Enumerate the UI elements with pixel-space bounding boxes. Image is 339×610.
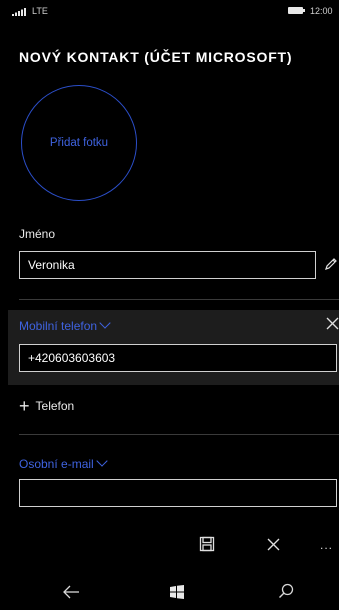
phone-section: Mobilní telefon +420603603603 [8,310,339,385]
section-divider [19,434,339,435]
email-field[interactable] [19,479,337,507]
add-photo-label: Přidat fotku [49,136,109,149]
edit-name-icon[interactable] [324,257,338,271]
close-icon[interactable] [326,317,339,330]
battery-icon [288,7,305,14]
plus-icon: + [19,396,30,416]
phone-type-dropdown[interactable]: Mobilní telefon [19,317,111,333]
add-phone-button[interactable]: + Telefon [19,396,75,416]
save-icon[interactable] [199,536,215,552]
email-type-label: Osobní e-mail [19,457,94,471]
name-field[interactable]: Veronika [19,251,316,279]
add-phone-label: Telefon [35,399,75,413]
chevron-down-icon [96,455,108,467]
phone-type-label: Mobilní telefon [19,319,98,333]
phone-number-field[interactable]: +420603603603 [19,344,337,372]
section-divider [19,299,339,300]
email-type-dropdown[interactable]: Osobní e-mail [19,455,108,471]
navigation-bar [0,575,339,610]
back-icon[interactable] [62,585,80,599]
network-type: LTE [32,6,48,16]
name-label: Jméno [19,227,56,241]
more-icon[interactable]: ... [320,538,333,552]
chevron-down-icon [99,317,111,329]
close-icon[interactable] [267,538,280,551]
signal-strength-icon [12,8,26,16]
status-bar: LTE 12:00 [0,0,339,22]
status-time: 12:00 [310,6,333,16]
windows-icon[interactable] [170,585,184,599]
page-title: NOVÝ KONTAKT (ÚČET MICROSOFT) [19,49,293,65]
search-icon[interactable] [278,583,294,599]
add-photo-button[interactable]: Přidat fotku [21,85,137,201]
